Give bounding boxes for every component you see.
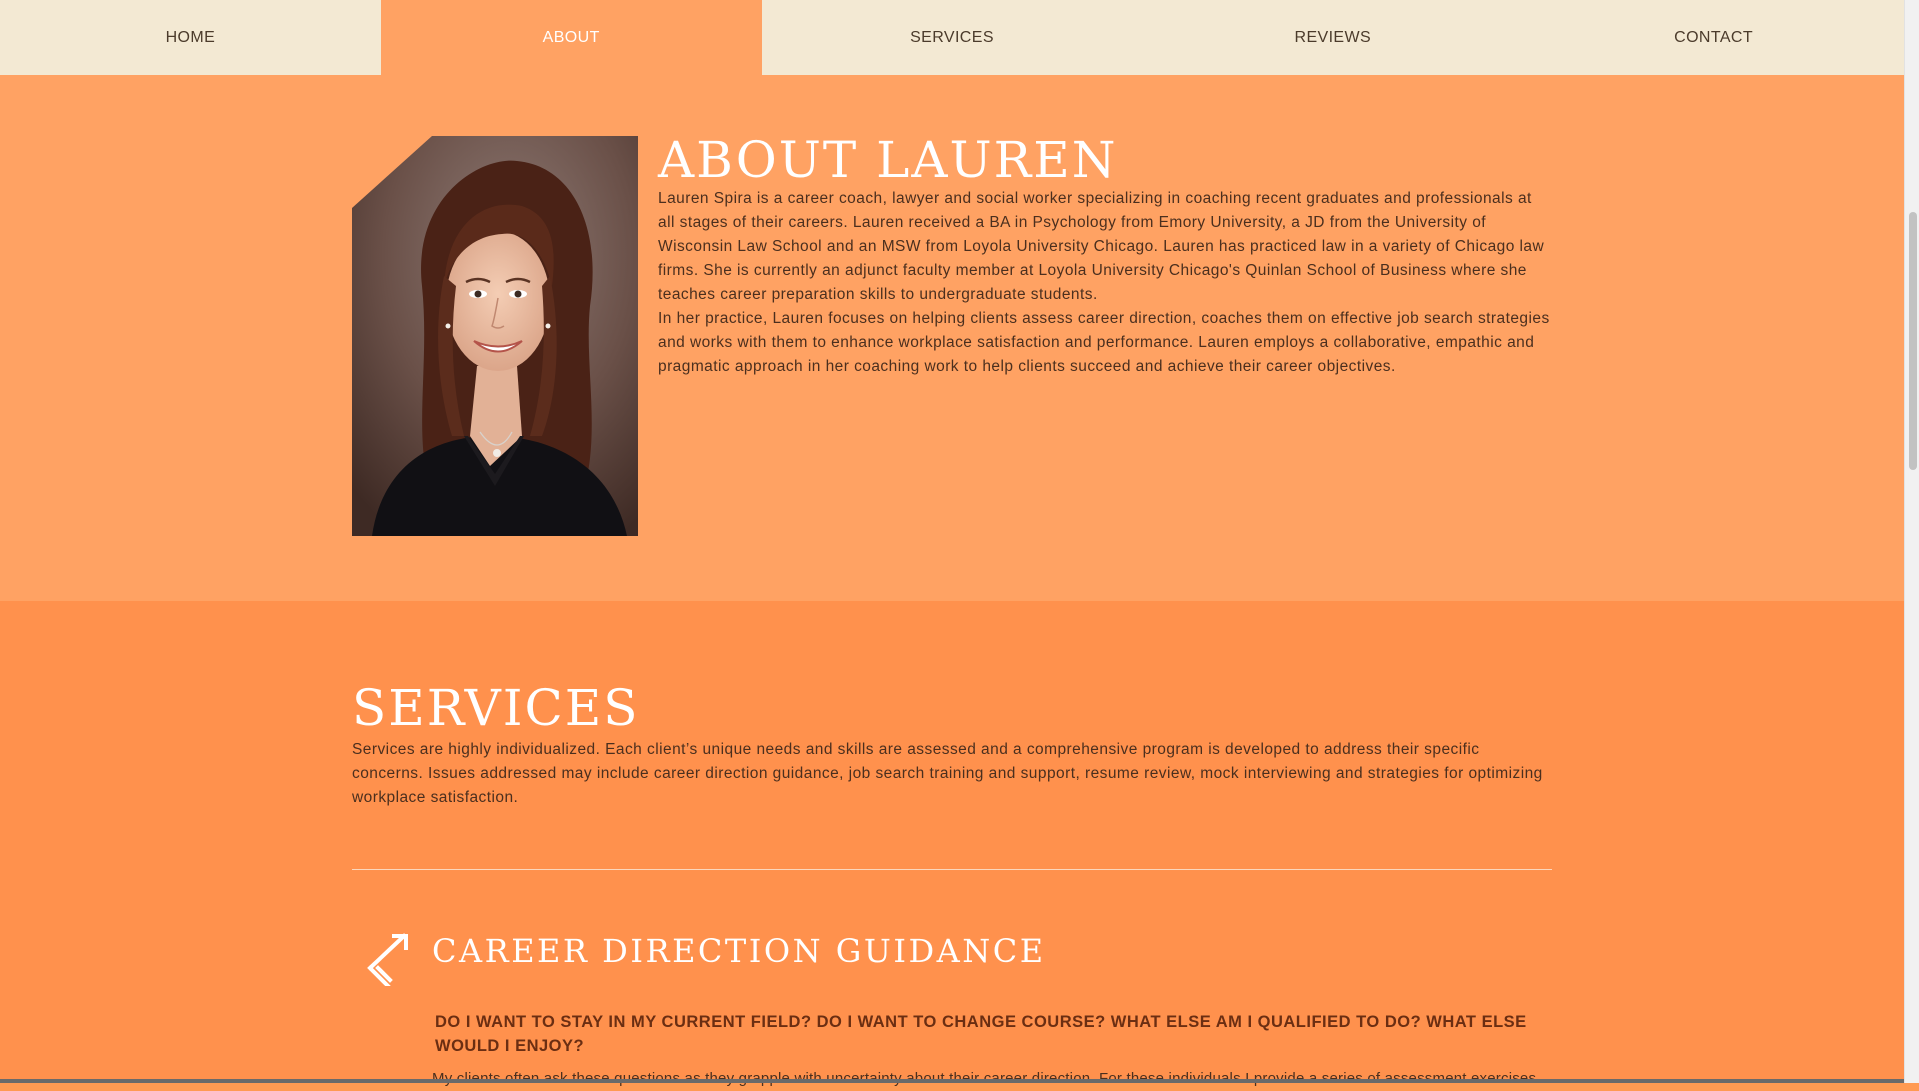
services-intro: Services are highly individualized. Each… xyxy=(352,741,1543,806)
portrait-photo xyxy=(352,136,638,536)
about-title: ABOUT LAUREN xyxy=(658,131,1118,189)
section-divider xyxy=(352,869,1552,870)
portrait-illustration xyxy=(352,136,638,536)
about-paragraph-1: Lauren Spira is a career coach, lawyer a… xyxy=(658,190,1545,303)
arrow-icon xyxy=(367,933,408,986)
nav-item-home[interactable]: HOME xyxy=(0,0,381,75)
guidance-title: CAREER DIRECTION GUIDANCE xyxy=(432,932,1046,970)
nav-item-reviews[interactable]: REVIEWS xyxy=(1142,0,1523,75)
about-section: ABOUT LAUREN Lauren Spira is a career co… xyxy=(0,75,1904,601)
nav-item-about[interactable]: ABOUT xyxy=(380,0,762,75)
bottom-edge xyxy=(0,1079,1904,1083)
services-section: SERVICES Services are highly individuali… xyxy=(0,601,1904,1087)
about-text: Lauren Spira is a career coach, lawyer a… xyxy=(658,187,1553,379)
top-nav: HOME ABOUT SERVICES REVIEWS CONTACT xyxy=(0,0,1904,75)
services-title: SERVICES xyxy=(352,679,640,737)
nav-item-services[interactable]: SERVICES xyxy=(762,0,1143,75)
nav-item-contact[interactable]: CONTACT xyxy=(1523,0,1904,75)
page-scrollbar[interactable] xyxy=(1904,0,1919,1083)
scrollbar-thumb[interactable] xyxy=(1909,212,1917,470)
about-paragraph-2: In her practice, Lauren focuses on helpi… xyxy=(658,310,1550,375)
guidance-question: DO I WANT TO STAY IN MY CURRENT FIELD? D… xyxy=(435,1013,1527,1055)
